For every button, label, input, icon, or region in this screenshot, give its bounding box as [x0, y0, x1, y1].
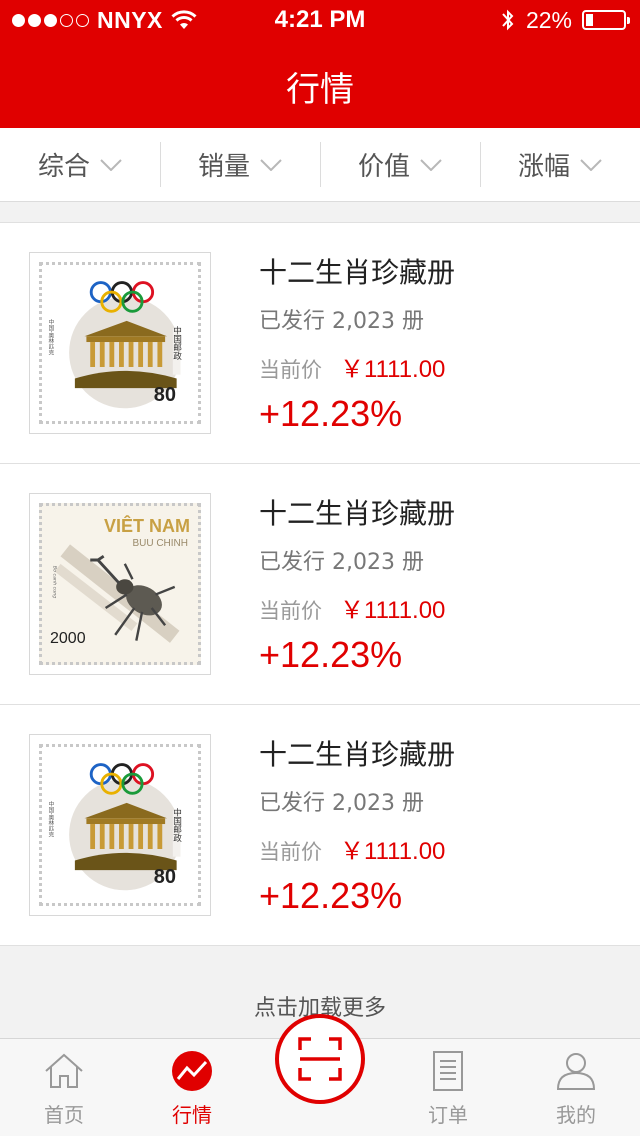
- product-title: 十二生肖珍藏册: [259, 738, 456, 771]
- stamp-postal: BUU CHINH: [132, 538, 188, 549]
- chevron-down-icon: [100, 158, 122, 171]
- chevron-down-icon: [260, 158, 282, 171]
- filter-value[interactable]: 价值: [320, 128, 480, 201]
- filter-label: 综合: [37, 152, 90, 182]
- current-price: ￥1111.00: [340, 356, 446, 383]
- svg-text:中国邮政: 中国邮政: [172, 806, 182, 843]
- svg-text:中国·奥林匹克: 中国·奥林匹克: [48, 318, 54, 357]
- stamp-country: VIÊT NAM: [103, 516, 190, 536]
- stamp-value: 80: [153, 384, 176, 406]
- list-item[interactable]: 中国邮政 中国·奥林匹克 80 十二生肖珍藏册 已发行 2,023 册 当前价 …: [0, 223, 640, 464]
- filter-sales[interactable]: 销量: [160, 128, 320, 201]
- bluetooth-icon: [502, 9, 514, 31]
- header: NNYX 4:21 PM 22% 行情: [0, 0, 640, 128]
- issued-count: 已发行 2,023 册: [259, 550, 424, 575]
- price-row: 当前价 ￥1111.00: [259, 590, 445, 625]
- price-row: 当前价 ￥1111.00: [259, 349, 445, 384]
- tab-label: 我的: [556, 1103, 596, 1127]
- filter-label: 价值: [357, 152, 410, 182]
- price-label: 当前价: [259, 840, 322, 864]
- trend-icon: [172, 1051, 212, 1091]
- price-label: 当前价: [259, 358, 322, 382]
- price-change: +12.23%: [259, 875, 403, 916]
- chevron-down-icon: [580, 158, 602, 171]
- svg-text:中国邮政: 中国邮政: [172, 324, 182, 361]
- tab-label: 订单: [428, 1103, 468, 1127]
- tab-label: 首页: [44, 1103, 84, 1127]
- issued-count: 已发行 2,023 册: [259, 791, 424, 816]
- current-price: ￥1111.00: [340, 838, 446, 865]
- page-title: 行情: [286, 70, 354, 110]
- product-title: 十二生肖珍藏册: [259, 256, 456, 289]
- tab-mine[interactable]: 我的: [512, 1039, 640, 1136]
- battery-percent: 22%: [525, 6, 572, 33]
- svg-text:中国·奥林匹克: 中国·奥林匹克: [48, 800, 54, 839]
- filter-label: 涨幅: [517, 152, 570, 182]
- product-list: 中国邮政 中国·奥林匹克 80 十二生肖珍藏册 已发行 2,023 册 当前价 …: [0, 222, 640, 946]
- order-icon: [433, 1051, 463, 1091]
- issued-count: 已发行 2,023 册: [259, 309, 424, 334]
- filter-comprehensive[interactable]: 综合: [0, 128, 160, 201]
- chevron-down-icon: [420, 158, 442, 171]
- stamp-image: 中国邮政 中国·奥林匹克 80: [29, 252, 211, 434]
- scan-button[interactable]: [275, 1014, 365, 1104]
- tab-orders[interactable]: 订单: [384, 1039, 512, 1136]
- stamp-value: 2000: [50, 630, 86, 647]
- stamp-image: 中国邮政 中国·奥林匹克 80: [29, 734, 211, 916]
- sort-filter-bar: 综合 销量 价值 涨幅: [0, 128, 640, 202]
- stamp-value: 80: [153, 866, 176, 888]
- price-row: 当前价 ￥1111.00: [259, 831, 445, 866]
- user-icon: [556, 1053, 596, 1090]
- tab-home[interactable]: 首页: [0, 1039, 128, 1136]
- filter-gain[interactable]: 涨幅: [480, 128, 640, 201]
- product-title: 十二生肖珍藏册: [259, 497, 456, 530]
- price-change: +12.23%: [259, 393, 403, 434]
- price-label: 当前价: [259, 599, 322, 623]
- tab-label: 行情: [172, 1103, 212, 1127]
- scan-icon: [298, 1037, 342, 1081]
- status-bar: NNYX 4:21 PM 22%: [0, 0, 640, 40]
- price-change: +12.23%: [259, 634, 403, 675]
- current-price: ￥1111.00: [340, 597, 446, 624]
- stamp-image: Bo canh cung VIÊT NAM BUU CHINH 2000: [29, 493, 211, 675]
- filter-label: 销量: [197, 152, 250, 182]
- home-icon: [45, 1053, 83, 1088]
- list-item[interactable]: 中国邮政 中国·奥林匹克 80 十二生肖珍藏册 已发行 2,023 册 当前价 …: [0, 705, 640, 946]
- tab-market[interactable]: 行情: [128, 1039, 256, 1136]
- list-item[interactable]: Bo canh cung VIÊT NAM BUU CHINH 2000 十二生…: [0, 464, 640, 705]
- battery-icon: [582, 10, 630, 30]
